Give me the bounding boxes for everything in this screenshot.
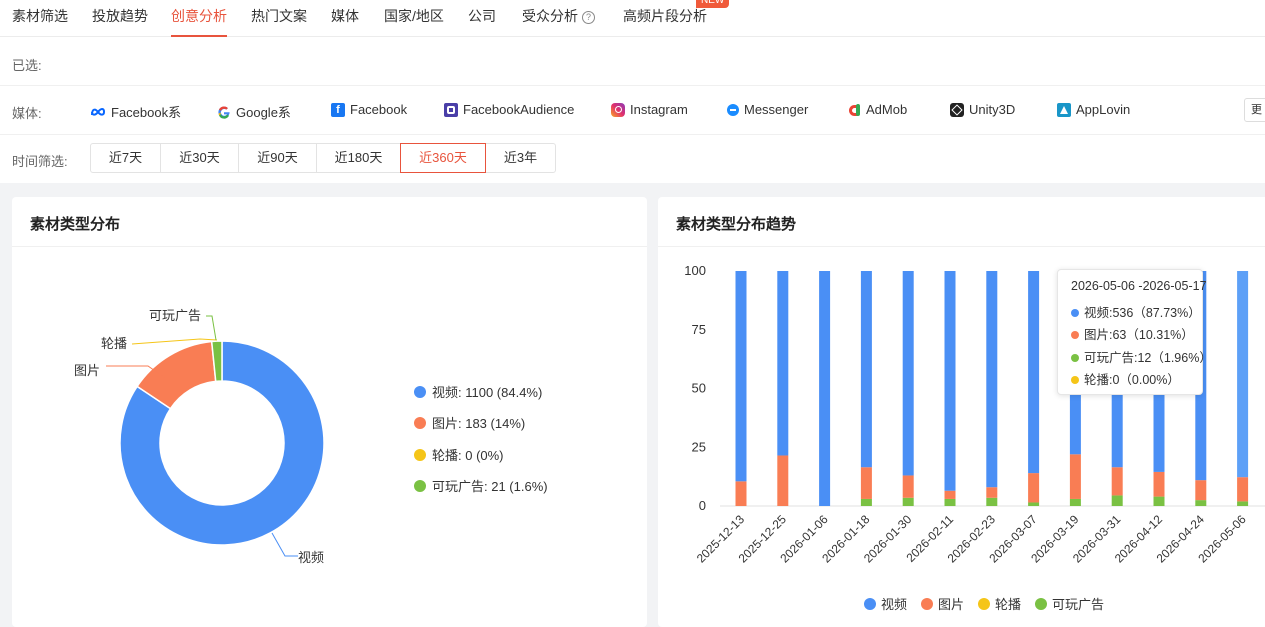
media-applovin[interactable]: AppLovin <box>1057 102 1130 117</box>
bar-legend-item[interactable]: 图片 <box>921 594 964 613</box>
tooltip-line-carousel: 轮播:0（0.00%） <box>1071 369 1202 392</box>
facebook-audience-icon <box>444 102 458 117</box>
tab-delivery-trend[interactable]: 投放趋势 <box>92 6 148 37</box>
media-facebook-group[interactable]: Facebook系 <box>90 102 181 121</box>
donut-legend-item[interactable]: 图片: 183 (14%) <box>414 413 525 432</box>
google-icon <box>218 105 230 119</box>
tab-material-filter[interactable]: 素材筛选 <box>12 6 68 37</box>
bar-legend-item[interactable]: 视频 <box>864 594 907 613</box>
media-label-text: Messenger <box>744 102 809 117</box>
tooltip-range: 2026-05-06 -2026-05-17 <box>1071 279 1207 293</box>
facebook-icon: f <box>331 102 345 117</box>
tab-country-region[interactable]: 国家/地区 <box>384 6 444 37</box>
media-facebook-audience[interactable]: FacebookAudience <box>444 102 574 117</box>
legend-text: 可玩广告: 21 (1.6%) <box>432 479 548 494</box>
tab-audience-label: 受众分析 <box>522 8 578 24</box>
media-label-text: Google系 <box>236 105 291 120</box>
media-google-group[interactable]: Google系 <box>217 102 291 121</box>
legend-dot <box>414 386 426 398</box>
donut-legend-item[interactable]: 轮播: 0 (0%) <box>414 445 504 464</box>
tab-company[interactable]: 公司 <box>468 6 496 37</box>
material-trend-card: 素材类型分布趋势 <box>658 197 1265 627</box>
tab-hot-copy[interactable]: 热门文案 <box>251 6 307 37</box>
media-admob[interactable]: AdMob <box>849 102 907 117</box>
material-type-card: 素材类型分布 <box>12 197 647 627</box>
applovin-icon <box>1057 102 1071 117</box>
messenger-icon <box>727 103 739 116</box>
media-label-text: AppLovin <box>1076 102 1131 117</box>
time-option-360d[interactable]: 近360天 <box>400 143 486 173</box>
legend-dot <box>414 480 426 492</box>
time-option-7d[interactable]: 近7天 <box>90 143 161 173</box>
divider <box>0 134 1265 135</box>
donut-legend-item[interactable]: 视频: 1100 (84.4%) <box>414 382 542 401</box>
instagram-icon <box>611 102 625 117</box>
media-label-text: Facebook <box>350 102 408 117</box>
legend-dot <box>414 449 426 461</box>
media-label-text: AdMob <box>866 102 908 117</box>
nav-tabs: 素材筛选 投放趋势 创意分析 热门文案 媒体 国家/地区 公司 受众分析? 高频… <box>0 0 1265 37</box>
legend-text: 图片: 183 (14%) <box>432 416 526 431</box>
bar-legend-item[interactable]: 可玩广告 <box>1035 594 1104 613</box>
tooltip-line-image: 图片:63（10.31%） <box>1071 324 1202 347</box>
time-option-30d[interactable]: 近30天 <box>160 143 239 173</box>
admob-icon <box>849 103 861 117</box>
bar-chart-legend: 视频 图片 轮播 可玩广告 <box>864 594 1118 613</box>
media-instagram[interactable]: Instagram <box>611 102 688 117</box>
media-label-text: Unity3D <box>969 102 1016 117</box>
tooltip-line-playable: 可玩广告:12（1.96%） <box>1071 347 1212 370</box>
tab-high-freq-segment[interactable]: 高频片段分析 <box>623 6 707 37</box>
media-label-text: FacebookAudience <box>463 102 575 117</box>
meta-icon <box>91 107 106 116</box>
bar-legend-item[interactable]: 轮播 <box>978 594 1021 613</box>
tab-audience-analysis[interactable]: 受众分析? <box>522 6 595 37</box>
tab-creative-analysis[interactable]: 创意分析 <box>171 6 227 37</box>
media-label-text: Facebook系 <box>111 105 182 120</box>
media-label-text: Instagram <box>630 102 688 117</box>
new-badge: NEW <box>696 0 730 8</box>
unity-icon <box>950 102 964 117</box>
tab-media[interactable]: 媒体 <box>331 6 359 37</box>
media-label: 媒体: <box>12 106 42 121</box>
legend-text: 视频: 1100 (84.4%) <box>432 385 543 400</box>
chart-tooltip: 2026-05-06 -2026-05-17 视频:536（87.73%） 图片… <box>1057 269 1212 395</box>
bar-chart-title: 素材类型分布趋势 <box>676 216 797 233</box>
more-media-button[interactable]: 更 <box>1244 98 1265 122</box>
selected-label: 已选: <box>12 58 42 73</box>
donut-legend-item[interactable]: 可玩广告: 21 (1.6%) <box>414 476 548 495</box>
divider <box>0 85 1265 86</box>
time-filter-label: 时间筛选: <box>12 154 68 169</box>
media-messenger[interactable]: Messenger <box>727 102 808 117</box>
media-unity3d[interactable]: Unity3D <box>950 102 1015 117</box>
donut-chart-title: 素材类型分布 <box>30 216 121 233</box>
filter-panel: 素材筛选 投放趋势 创意分析 热门文案 媒体 国家/地区 公司 受众分析? 高频… <box>0 0 1265 183</box>
media-facebook[interactable]: f Facebook <box>331 102 407 117</box>
time-option-90d[interactable]: 近90天 <box>238 143 317 173</box>
time-option-180d[interactable]: 近180天 <box>316 143 401 173</box>
card-divider <box>658 246 1265 247</box>
time-filter-group: 近7天 近30天 近90天 近180天 近360天 近3年 <box>90 143 556 173</box>
legend-dot <box>414 417 426 429</box>
help-icon[interactable]: ? <box>582 11 595 24</box>
tooltip-line-video: 视频:536（87.73%） <box>1071 302 1202 325</box>
card-divider <box>12 246 647 247</box>
legend-text: 轮播: 0 (0%) <box>432 448 504 463</box>
time-option-3y[interactable]: 近3年 <box>485 143 556 173</box>
